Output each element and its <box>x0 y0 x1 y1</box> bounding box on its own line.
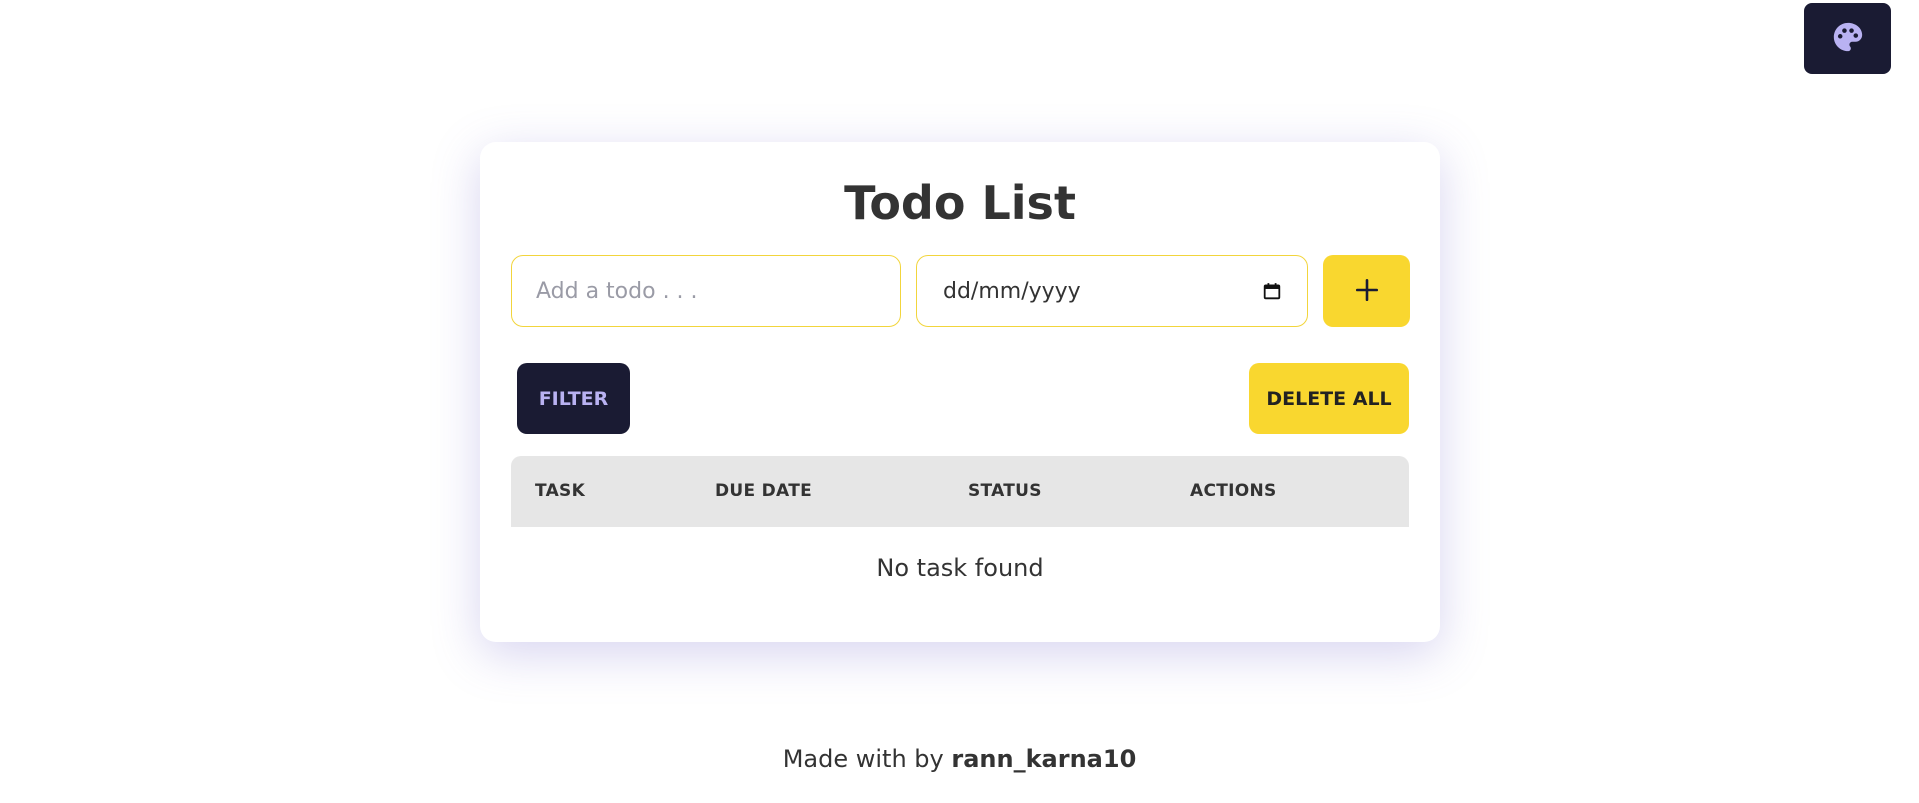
column-header-actions: ACTIONS <box>1190 481 1277 501</box>
footer-prefix: Made with by <box>782 745 944 773</box>
add-todo-form: dd/mm/yyyy <box>511 255 1410 327</box>
calendar-icon[interactable] <box>1263 282 1281 300</box>
delete-all-button[interactable]: DELETE ALL <box>1249 363 1409 434</box>
palette-icon <box>1831 20 1865 57</box>
table-header: TASK DUE DATE STATUS ACTIONS <box>511 456 1409 527</box>
todo-input[interactable] <box>511 255 901 327</box>
empty-state-message: No task found <box>876 554 1044 582</box>
filter-button[interactable]: FILTER <box>517 363 630 434</box>
column-header-task: TASK <box>535 481 586 501</box>
todo-card: Todo List dd/mm/yyyy FILTER DELETE ALL <box>480 142 1440 642</box>
page-title: Todo List <box>844 176 1076 230</box>
theme-toggle-button[interactable] <box>1804 3 1891 74</box>
footer: Made with by rann_karna10 <box>0 745 1919 773</box>
footer-author: rann_karna10 <box>951 745 1137 773</box>
add-todo-button[interactable] <box>1323 255 1410 327</box>
plus-icon <box>1354 277 1380 306</box>
date-placeholder: dd/mm/yyyy <box>943 278 1081 304</box>
column-header-status: STATUS <box>968 481 1042 501</box>
column-header-due-date: DUE DATE <box>715 481 813 501</box>
due-date-input[interactable]: dd/mm/yyyy <box>916 255 1308 327</box>
